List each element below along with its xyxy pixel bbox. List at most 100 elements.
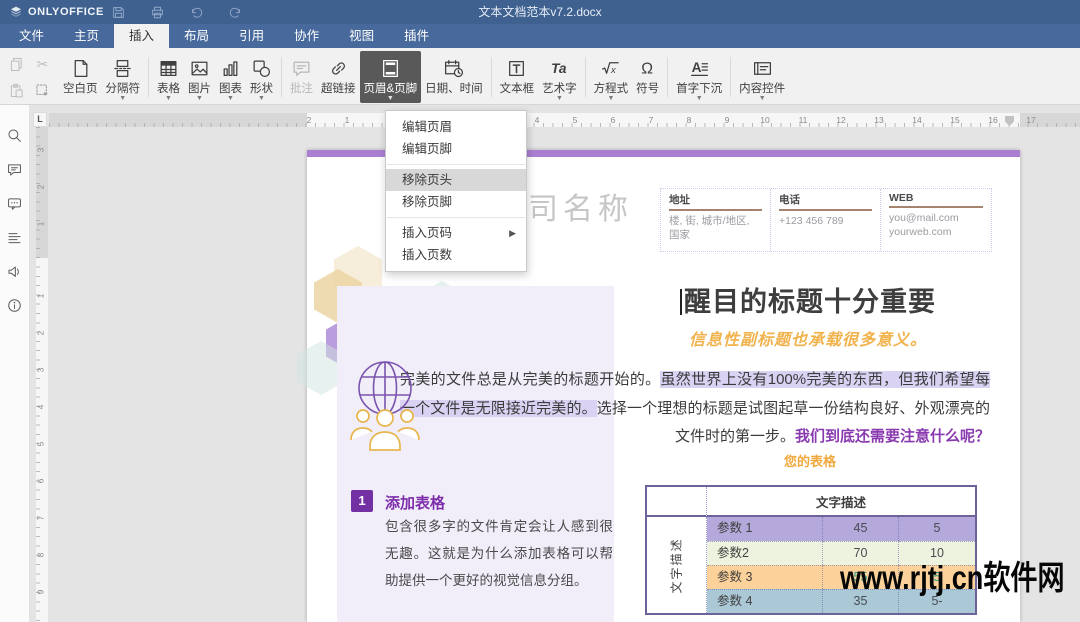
image-icon bbox=[189, 55, 210, 82]
menu-item-插入页码[interactable]: 插入页码 ▶ bbox=[386, 222, 526, 244]
chart-button[interactable]: 图表▼ bbox=[215, 51, 246, 103]
ruler-number: 4 bbox=[535, 115, 540, 125]
table-row-label: 参数 4 bbox=[707, 589, 823, 613]
document-subtitle: 信息性副标题也承载很多意义。 bbox=[689, 332, 927, 349]
symbol-button[interactable]: Ω符号 bbox=[632, 51, 663, 103]
wordart-button[interactable]: Ta艺术字▼ bbox=[538, 51, 581, 103]
header-footer-button[interactable]: 页眉&页脚▼ bbox=[360, 51, 422, 103]
vertical-ruler[interactable]: 32112345678910 bbox=[36, 127, 48, 622]
ruler-number: 13 bbox=[874, 115, 883, 125]
textbox-button[interactable]: 文本框 bbox=[496, 51, 539, 103]
menu-item-编辑页眉[interactable]: 编辑页眉 bbox=[386, 116, 526, 138]
ruler-number: 2 bbox=[307, 115, 312, 125]
contact-value: yourweb.com bbox=[889, 225, 983, 239]
equation-button[interactable]: x方程式▼ bbox=[590, 51, 633, 103]
ruler-number: 6 bbox=[35, 479, 45, 484]
blank-page-button[interactable]: 空白页 bbox=[59, 51, 102, 103]
ruler-number: 12 bbox=[836, 115, 845, 125]
ruler-number: 6 bbox=[611, 115, 616, 125]
header-footer-icon bbox=[380, 55, 401, 82]
header-footer-dropdown-menu: 编辑页眉编辑页脚移除页头移除页脚插入页码 ▶插入页数 bbox=[385, 110, 527, 272]
onlyoffice-window: ONLYOFFICE 文本文档范本v7.2.docx 文件主页插入布局引用协作视… bbox=[0, 0, 1080, 622]
menu-item-移除页脚[interactable]: 移除页脚 bbox=[386, 191, 526, 213]
shape-button[interactable]: 形状▼ bbox=[246, 51, 277, 103]
menu-item-移除页头[interactable]: 移除页头 bbox=[386, 169, 526, 191]
svg-text:A: A bbox=[691, 60, 701, 75]
toolbar-button-label: 形状 bbox=[250, 82, 273, 96]
body-paragraph: 完美的文件总是从完美的标题开始的。虽然世界上没有100%完美的东西，但我们希望每… bbox=[400, 366, 990, 452]
toolbar-button-label: 图表 bbox=[219, 82, 242, 96]
toolbar-separator bbox=[585, 57, 586, 97]
contact-value: +123 456 789 bbox=[779, 214, 872, 228]
tab-home[interactable]: 主页 bbox=[59, 24, 114, 48]
ruler-number: 2 bbox=[35, 331, 45, 336]
ruler-number: 7 bbox=[649, 115, 654, 125]
ruler-number: 1 bbox=[35, 294, 45, 299]
quick-actions bbox=[110, 0, 243, 24]
tab-stop-selector[interactable]: L bbox=[33, 112, 47, 127]
ruler-number: 1 bbox=[345, 115, 350, 125]
copy-button[interactable] bbox=[4, 52, 29, 77]
tab-file[interactable]: 文件 bbox=[4, 24, 59, 48]
toolbar-button-label: 日期、时间 bbox=[425, 82, 483, 96]
menu-item-编辑页脚[interactable]: 编辑页脚 bbox=[386, 138, 526, 160]
toolbar-separator bbox=[491, 57, 492, 97]
tab-layout[interactable]: 布局 bbox=[169, 24, 224, 48]
document-heading-wrap: 醒目的标题十分重要 bbox=[602, 280, 1014, 319]
equation-icon: x bbox=[600, 55, 621, 82]
submenu-arrow-icon: ▶ bbox=[509, 222, 516, 244]
search-icon[interactable] bbox=[6, 127, 23, 144]
hyperlink-icon bbox=[328, 55, 349, 82]
contact-info-table: 地址楼, 街, 城市/地区, 国家电话+123 456 789WEByou@ma… bbox=[660, 188, 992, 252]
table-button[interactable]: 表格▼ bbox=[153, 51, 184, 103]
chat-icon[interactable] bbox=[6, 195, 23, 212]
table-icon bbox=[158, 55, 179, 82]
about-icon[interactable] bbox=[6, 297, 23, 314]
chevron-down-icon: ▼ bbox=[387, 96, 394, 103]
tab-view[interactable]: 视图 bbox=[334, 24, 389, 48]
tab-references[interactable]: 引用 bbox=[224, 24, 279, 48]
section-body: 包含很多字的文件肯定会让人感到很无趣。这就是为什么添加表格可以帮助提供一个更好的… bbox=[385, 513, 613, 594]
image-button[interactable]: 图片▼ bbox=[184, 51, 215, 103]
ruler-number: 3 bbox=[35, 368, 45, 373]
breaks-button[interactable]: 分隔符▼ bbox=[102, 51, 145, 103]
print-icon[interactable] bbox=[149, 4, 165, 20]
content-control-button[interactable]: 内容控件▼ bbox=[735, 51, 789, 103]
ruler-number: 3 bbox=[35, 148, 45, 153]
textbox-icon bbox=[506, 55, 527, 82]
tab-collaboration[interactable]: 协作 bbox=[279, 24, 334, 48]
dropcap-button[interactable]: A首字下沉▼ bbox=[672, 51, 726, 103]
ruler-ticks bbox=[36, 127, 48, 622]
document-subtitle-wrap: 信息性副标题也承载很多意义。 bbox=[602, 326, 1014, 350]
hyperlink-button[interactable]: 超链接 bbox=[317, 51, 360, 103]
save-icon[interactable] bbox=[110, 4, 126, 20]
navigation-icon[interactable] bbox=[6, 229, 23, 246]
chevron-down-icon: ▼ bbox=[165, 96, 172, 103]
horizontal-ruler[interactable]: 214567891011121314151617 bbox=[49, 113, 1080, 127]
redo-icon[interactable] bbox=[227, 4, 243, 20]
chevron-down-icon: ▼ bbox=[696, 96, 703, 103]
menu-divider bbox=[387, 164, 525, 165]
toolbar-separator bbox=[730, 57, 731, 97]
tab-insert[interactable]: 插入 bbox=[114, 24, 169, 48]
toolbar-button-label: 文本框 bbox=[500, 82, 535, 96]
select-button[interactable] bbox=[30, 78, 55, 103]
tab-plugins[interactable]: 插件 bbox=[389, 24, 444, 48]
cut-button[interactable]: ✂ bbox=[30, 52, 55, 77]
document-canvas[interactable]: L 214567891011121314151617 3211234567891… bbox=[30, 105, 1080, 622]
ruler-number: 17 bbox=[1026, 115, 1035, 125]
undo-icon[interactable] bbox=[188, 4, 204, 20]
svg-text:Ω: Ω bbox=[641, 61, 653, 78]
comments-icon[interactable] bbox=[6, 161, 23, 178]
comment-button[interactable]: 批注 bbox=[286, 51, 317, 103]
paste-button[interactable] bbox=[4, 78, 29, 103]
blank-page-icon bbox=[70, 55, 91, 82]
menu-item-label: 移除页头 bbox=[402, 169, 452, 191]
menu-item-label: 插入页码 bbox=[402, 222, 452, 244]
toolbar-button-label: 艺术字 bbox=[542, 82, 577, 96]
datetime-button[interactable]: 日期、时间 bbox=[421, 51, 487, 103]
contact-value: you@mail.com bbox=[889, 211, 983, 225]
feedback-icon[interactable] bbox=[6, 263, 23, 280]
menu-item-插入页数[interactable]: 插入页数 bbox=[386, 244, 526, 266]
contact-label: 地址 bbox=[669, 192, 762, 211]
